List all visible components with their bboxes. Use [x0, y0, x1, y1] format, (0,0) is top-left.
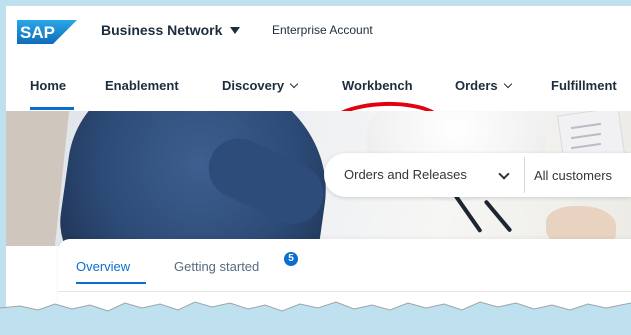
chevron-down-icon[interactable]	[498, 168, 510, 180]
brand-label: Business Network	[101, 22, 223, 38]
brand-menu[interactable]: Business Network	[101, 22, 241, 38]
search-scope-select[interactable]: Orders and Releases	[344, 167, 467, 182]
nav-active-indicator	[30, 107, 74, 110]
chevron-down-icon	[503, 79, 512, 89]
nav-item-label: Enablement	[105, 78, 179, 93]
browser-frame: SAP Business Network Enterprise Account …	[6, 6, 631, 335]
shell-header: SAP Business Network Enterprise Account	[6, 6, 631, 56]
notification-badge: 5	[284, 252, 298, 266]
sap-logo-text: SAP	[20, 23, 55, 42]
nav-item-workbench[interactable]: Workbench	[342, 78, 413, 93]
tab-overview[interactable]: Overview	[76, 259, 130, 274]
main-nav: Home Enablement Discovery Workbench Orde…	[6, 56, 631, 155]
account-label: Enterprise Account	[272, 23, 373, 37]
nav-item-label: Home	[30, 78, 67, 93]
nav-item-label: Orders	[455, 78, 498, 93]
nav-item-label: Workbench	[342, 78, 413, 93]
search-input[interactable]	[534, 165, 629, 185]
nav-item-orders[interactable]: Orders	[455, 78, 512, 93]
nav-item-fulfillment[interactable]: Fulfillment	[551, 78, 617, 93]
hero-pen	[483, 199, 513, 233]
nav-item-discovery[interactable]: Discovery	[222, 78, 299, 93]
search-divider	[524, 157, 525, 193]
chevron-down-icon	[289, 79, 299, 89]
search-bar: Orders and Releases	[324, 153, 631, 197]
nav-item-label: Fulfillment	[551, 78, 617, 93]
torn-edge-decoration	[0, 301, 631, 335]
sap-logo[interactable]: SAP	[17, 20, 77, 44]
caret-down-icon	[230, 26, 241, 34]
nav-item-home[interactable]: Home	[30, 78, 66, 93]
nav-item-label: Discovery	[222, 78, 285, 93]
tab-active-indicator	[76, 282, 146, 284]
nav-item-enablement[interactable]: Enablement	[105, 78, 179, 93]
tab-getting-started[interactable]: Getting started	[174, 259, 259, 274]
